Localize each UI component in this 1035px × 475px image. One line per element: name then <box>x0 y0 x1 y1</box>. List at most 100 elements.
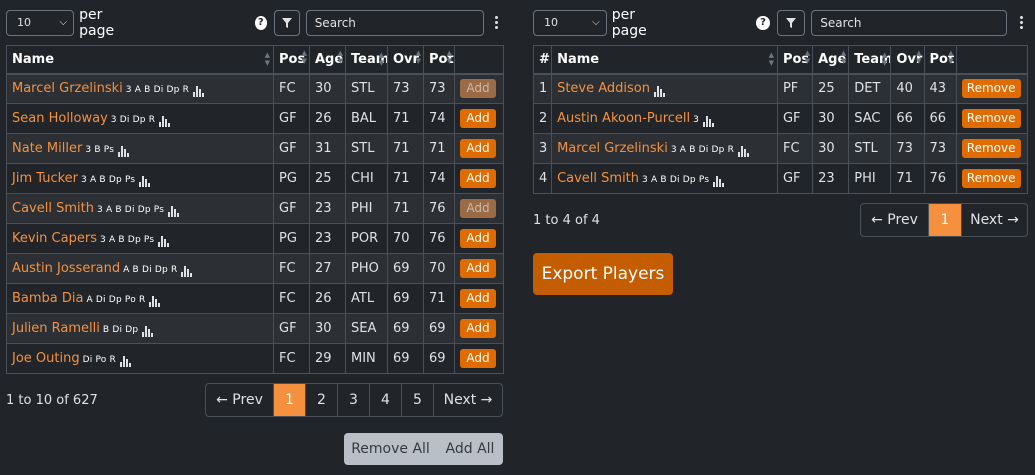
add-player-button[interactable]: Add <box>460 229 496 248</box>
add-player-button[interactable]: Add <box>460 109 496 128</box>
bar-chart-icon[interactable] <box>149 292 161 307</box>
player-name-link[interactable]: Cavell Smith <box>12 201 94 216</box>
player-name-link[interactable]: Nate Miller <box>12 141 82 156</box>
player-name-link[interactable]: Austin Josserand <box>12 261 120 276</box>
prev-page-button[interactable]: ← Prev <box>861 204 928 236</box>
add-player-button[interactable]: Add <box>460 259 496 278</box>
team-cell-value[interactable]: PHI <box>351 201 372 216</box>
player-name-link[interactable]: Jim Tucker <box>12 171 78 186</box>
sort-icon: ▲ ▼ <box>882 51 888 67</box>
column-header[interactable]: Pos ▲ ▼ <box>273 45 310 74</box>
column-header[interactable]: Team ▲ ▼ <box>345 45 388 74</box>
column-header[interactable]: Pot ▲ ▼ <box>923 45 957 74</box>
ovr-cell: 70 <box>387 223 424 254</box>
bar-chart-icon[interactable] <box>120 352 132 367</box>
player-name-link[interactable]: Marcel Grzelinski <box>557 141 668 156</box>
column-header[interactable]: Pot ▲ ▼ <box>423 45 455 74</box>
team-cell-value[interactable]: STL <box>854 141 877 156</box>
per-page-select[interactable]: 10 ⌵ <box>6 9 75 36</box>
team-cell-value[interactable]: CHI <box>351 171 374 186</box>
column-header[interactable]: Ovr ▲ ▼ <box>387 45 424 74</box>
team-cell-value[interactable]: DET <box>854 81 880 96</box>
team-cell-value[interactable]: STL <box>351 141 374 156</box>
team-cell-value[interactable]: PHO <box>351 261 379 276</box>
player-name-link[interactable]: Joe Outing <box>12 351 80 366</box>
page-button[interactable]: 5 <box>401 384 433 416</box>
remove-player-button[interactable]: Remove <box>961 169 1021 188</box>
player-name-link[interactable]: Kevin Capers <box>12 231 97 246</box>
page-button[interactable]: 1 <box>273 384 305 416</box>
help-icon[interactable]: ? <box>756 15 770 30</box>
remove-player-button[interactable]: Remove <box>961 79 1021 99</box>
page-button[interactable]: 1 <box>928 204 961 236</box>
next-page-button[interactable]: Next → <box>433 384 502 416</box>
player-name-link[interactable]: Bamba Dia <box>12 291 84 306</box>
bar-chart-icon[interactable] <box>713 172 725 187</box>
more-options-icon[interactable] <box>1014 16 1028 29</box>
team-cell-value[interactable]: BAL <box>351 111 376 126</box>
team-cell-value[interactable]: POR <box>351 231 378 246</box>
pot-cell-value: 69 <box>429 321 446 336</box>
remove-all-button[interactable]: Remove All <box>344 433 437 465</box>
more-options-icon[interactable] <box>491 16 503 29</box>
column-header[interactable]: # <box>532 45 553 74</box>
column-header[interactable]: Age ▲ ▼ <box>309 45 346 74</box>
bar-chart-icon[interactable] <box>158 232 170 247</box>
help-icon[interactable]: ? <box>254 15 267 30</box>
page-button[interactable]: 3 <box>337 384 369 416</box>
next-page-button[interactable]: Next → <box>961 204 1027 236</box>
team-cell-value[interactable]: ATL <box>351 291 374 306</box>
bar-chart-icon[interactable] <box>193 82 205 97</box>
prev-page-button[interactable]: ← Prev <box>206 384 273 416</box>
add-player-button[interactable]: Add <box>460 79 496 99</box>
position-cell: GF <box>273 103 310 134</box>
bar-chart-icon[interactable] <box>703 112 715 127</box>
ovr-cell-value: 73 <box>896 141 913 156</box>
per-page-select[interactable]: 10 ⌵ <box>533 9 607 36</box>
bar-chart-icon[interactable] <box>139 172 151 187</box>
bar-chart-icon[interactable] <box>159 112 171 127</box>
chevron-down-icon: ⌵ <box>59 17 68 28</box>
search-input[interactable]: Search <box>811 9 1008 36</box>
add-player-button[interactable]: Add <box>460 349 496 368</box>
add-all-button[interactable]: Add All <box>437 433 503 465</box>
ovr-cell: 71 <box>387 133 424 164</box>
team-cell-value[interactable]: PHI <box>854 171 875 186</box>
column-header[interactable]: Name ▲ ▼ <box>551 45 778 74</box>
filter-button[interactable] <box>776 9 806 36</box>
bar-chart-icon[interactable] <box>653 82 666 97</box>
bar-chart-icon[interactable] <box>168 202 180 217</box>
search-input[interactable]: Search <box>305 9 484 36</box>
team-cell-value[interactable]: STL <box>351 81 374 96</box>
add-player-button[interactable]: Add <box>460 139 496 158</box>
filter-button[interactable] <box>273 9 300 36</box>
remove-player-button[interactable]: Remove <box>961 139 1021 158</box>
export-players-button[interactable]: Export Players <box>533 253 673 295</box>
page-button[interactable]: 2 <box>305 384 337 416</box>
bar-chart-icon[interactable] <box>738 142 750 157</box>
player-name-link[interactable]: Steve Addison <box>557 81 650 96</box>
team-cell-value[interactable]: SAC <box>854 111 880 126</box>
column-header[interactable]: Team ▲ ▼ <box>848 45 892 74</box>
player-name-link[interactable]: Julien Ramelli <box>12 321 100 336</box>
add-player-button[interactable]: Add <box>460 169 496 188</box>
player-name-link[interactable]: Austin Akoon-Purcell <box>557 111 690 126</box>
team-cell-value[interactable]: SEA <box>351 321 376 336</box>
bar-chart-icon[interactable] <box>142 322 154 337</box>
column-header[interactable]: Ovr ▲ ▼ <box>890 45 925 74</box>
player-name-link[interactable]: Cavell Smith <box>557 171 639 186</box>
add-player-button[interactable]: Add <box>460 289 496 308</box>
position-cell-value: FC <box>279 261 296 276</box>
remove-player-button[interactable]: Remove <box>961 109 1021 128</box>
column-header[interactable]: Name ▲ ▼ <box>6 45 274 74</box>
player-name-link[interactable]: Sean Holloway <box>12 111 108 126</box>
page-button[interactable]: 4 <box>369 384 401 416</box>
add-player-button[interactable]: Add <box>460 199 496 218</box>
bar-chart-icon[interactable] <box>118 142 130 157</box>
team-cell-value[interactable]: MIN <box>351 351 376 366</box>
column-header[interactable]: Pos ▲ ▼ <box>776 45 814 74</box>
player-name-link[interactable]: Marcel Grzelinski <box>12 81 123 96</box>
bar-chart-icon[interactable] <box>181 262 193 277</box>
column-header[interactable]: Age ▲ ▼ <box>812 45 850 74</box>
add-player-button[interactable]: Add <box>460 319 496 338</box>
